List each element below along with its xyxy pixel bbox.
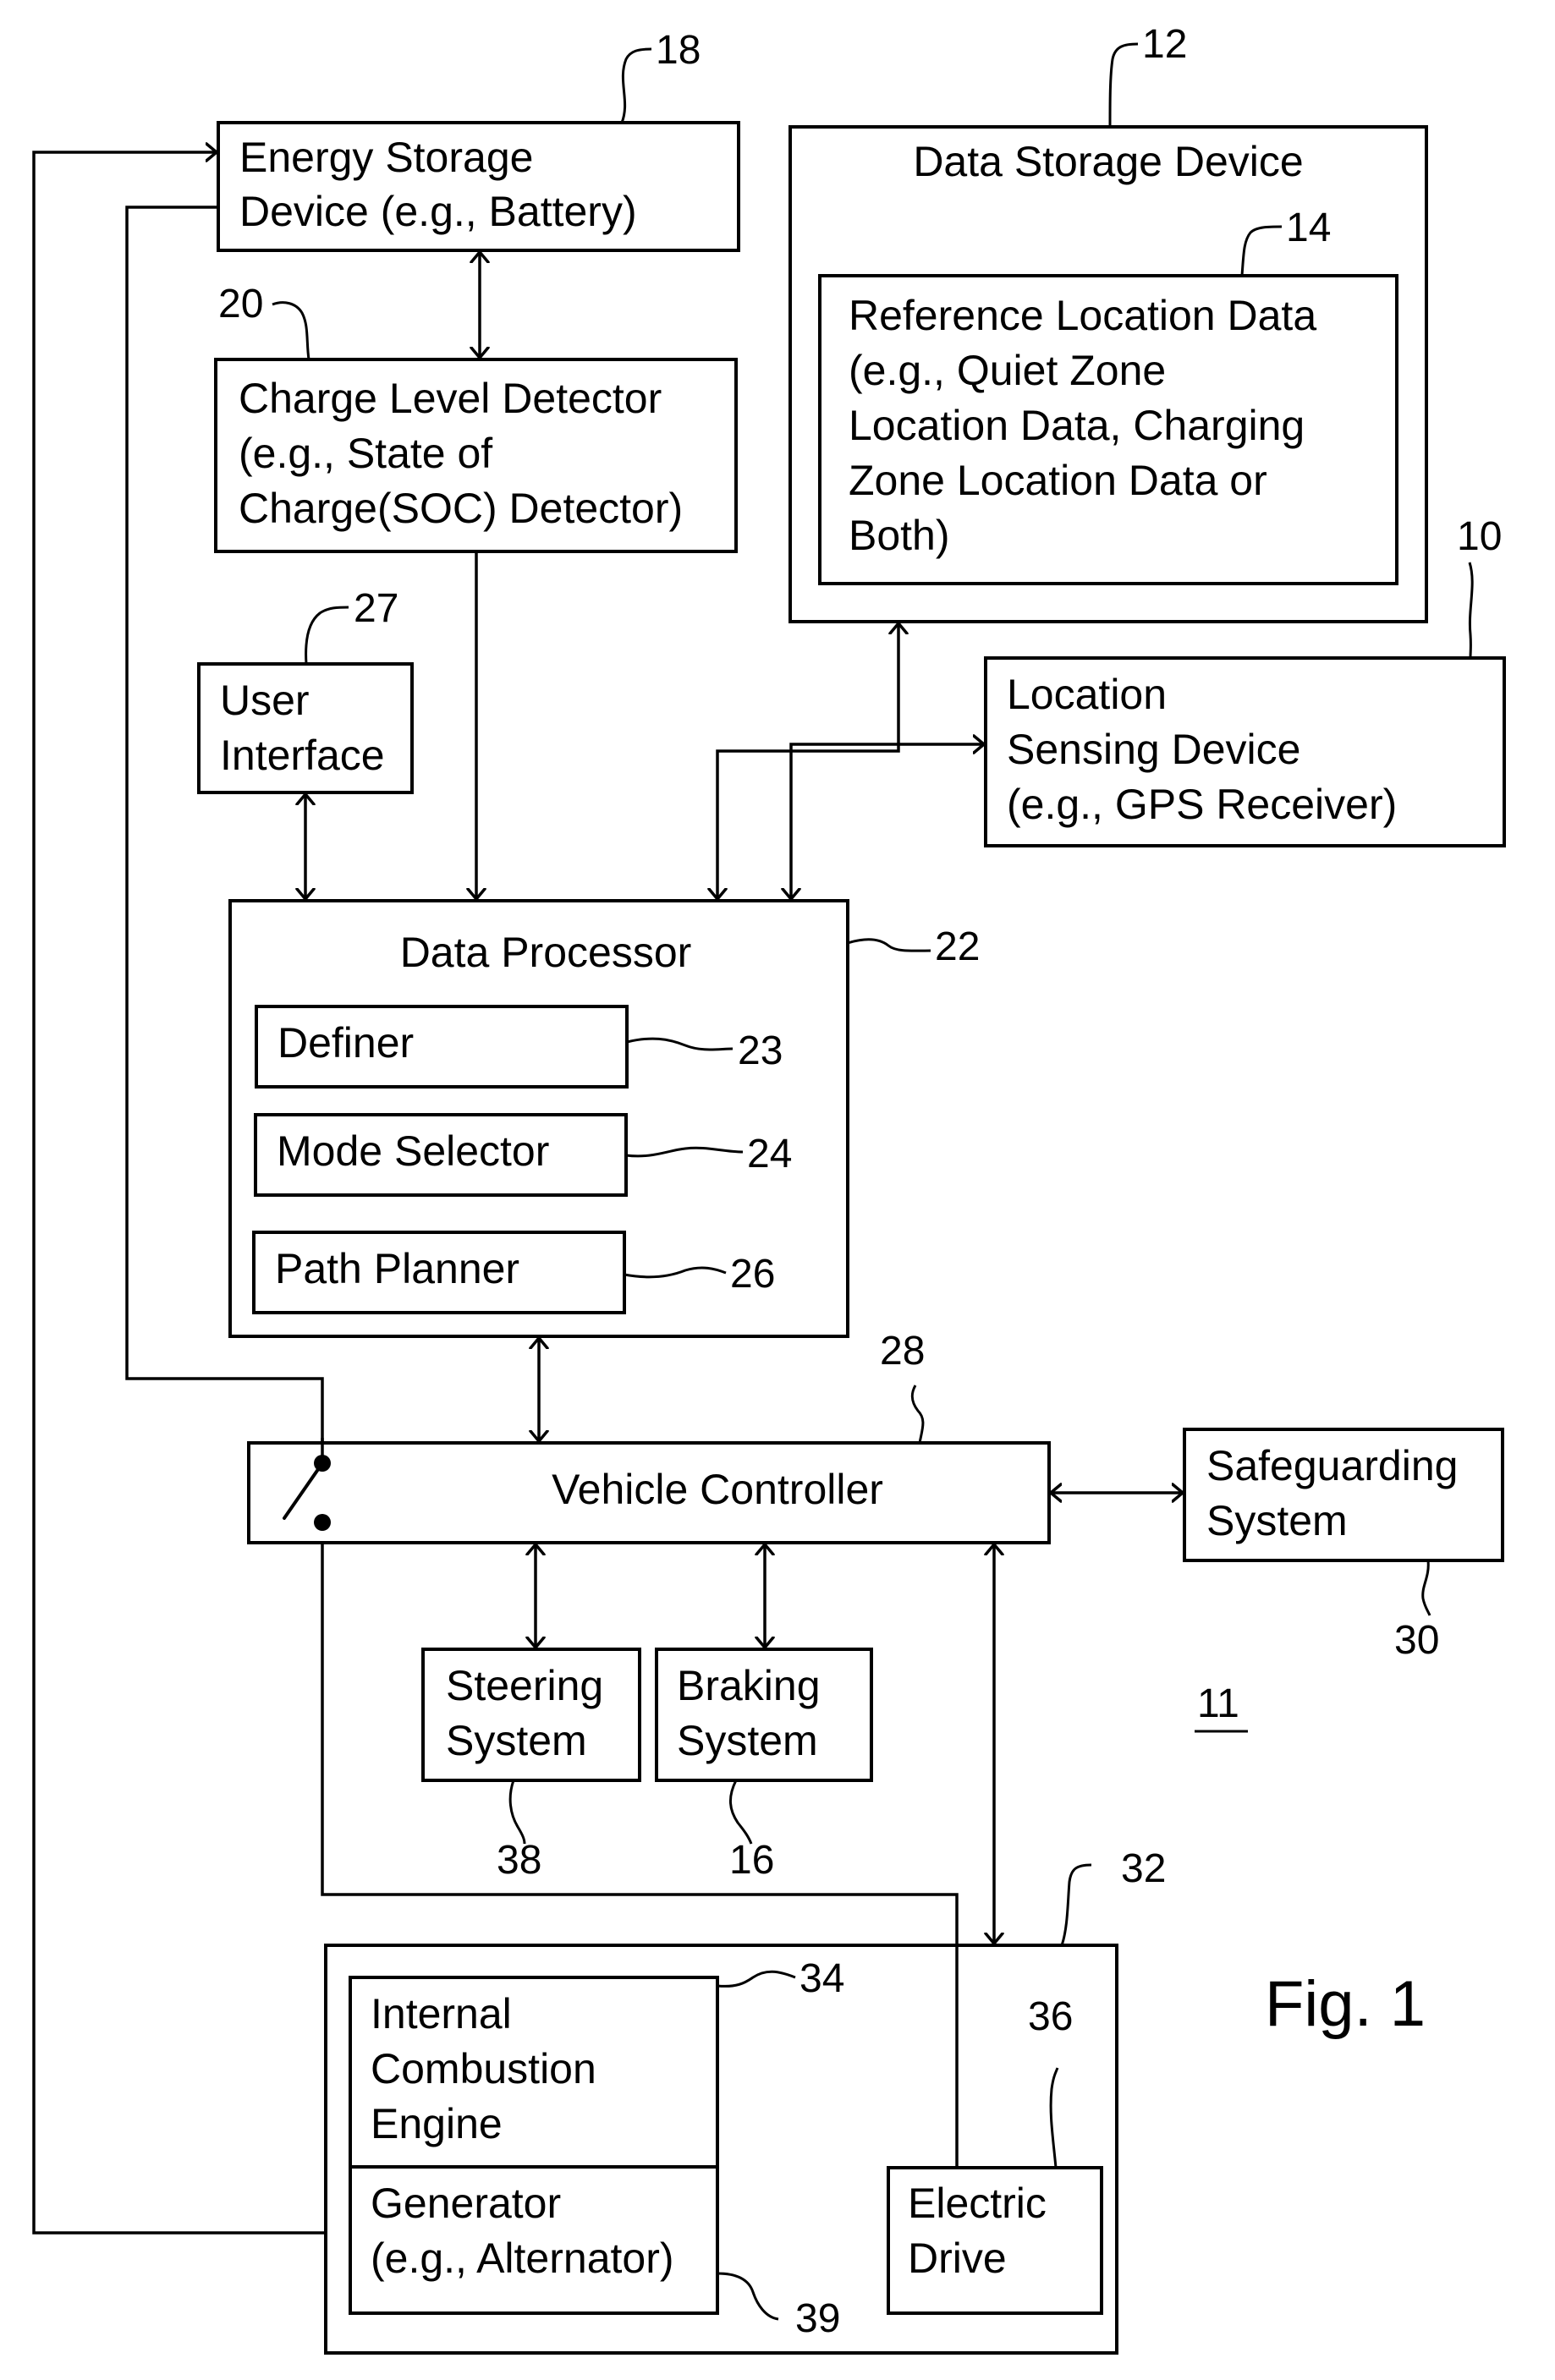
label-data-processor: Data Processor xyxy=(400,929,692,976)
ref-39: 39 xyxy=(795,2296,840,2341)
label-vehicle-controller: Vehicle Controller xyxy=(552,1466,883,1513)
system-block-diagram: Energy Storage Device (e.g., Battery) Da… xyxy=(32,22,1506,2355)
ref-12: 12 xyxy=(1142,22,1187,67)
ref-23: 23 xyxy=(738,1028,783,1073)
ref-20: 20 xyxy=(218,282,263,326)
figure-caption: Fig. 1 xyxy=(1265,1968,1426,2040)
leader-28 xyxy=(910,1385,925,1444)
leader-16 xyxy=(729,1780,753,1845)
ref-26: 26 xyxy=(730,1252,775,1297)
leader-22 xyxy=(847,938,931,952)
ref-34: 34 xyxy=(799,1956,844,2001)
leader-30 xyxy=(1421,1560,1431,1616)
leader-38 xyxy=(508,1780,526,1845)
ref-18: 18 xyxy=(656,28,701,73)
ref-28: 28 xyxy=(880,1329,925,1374)
system-ref-11: 11 xyxy=(1197,1681,1239,1726)
label-definer: Definer xyxy=(277,1019,414,1067)
leader-12 xyxy=(1108,42,1139,128)
leader-18 xyxy=(620,47,652,123)
label-data-storage: Data Storage Device xyxy=(913,138,1303,185)
ref-14: 14 xyxy=(1286,206,1331,250)
connector-processor-data-storage xyxy=(717,623,898,899)
ref-10: 10 xyxy=(1457,514,1502,559)
leader-27 xyxy=(305,606,349,665)
leader-32 xyxy=(1060,1863,1092,1946)
connector-processor-location-sensing xyxy=(791,744,984,899)
label-mode-selector: Mode Selector xyxy=(277,1127,549,1175)
ref-36: 36 xyxy=(1028,1994,1073,2039)
leader-20 xyxy=(272,301,310,360)
ref-24: 24 xyxy=(747,1132,792,1176)
ref-22: 22 xyxy=(935,924,980,969)
label-path-planner: Path Planner xyxy=(275,1245,519,1292)
ref-38: 38 xyxy=(497,1838,541,1883)
leader-10 xyxy=(1468,562,1474,659)
ref-30: 30 xyxy=(1394,1618,1439,1663)
ref-16: 16 xyxy=(729,1838,774,1883)
ref-32: 32 xyxy=(1121,1846,1166,1891)
ref-27: 27 xyxy=(354,586,398,631)
